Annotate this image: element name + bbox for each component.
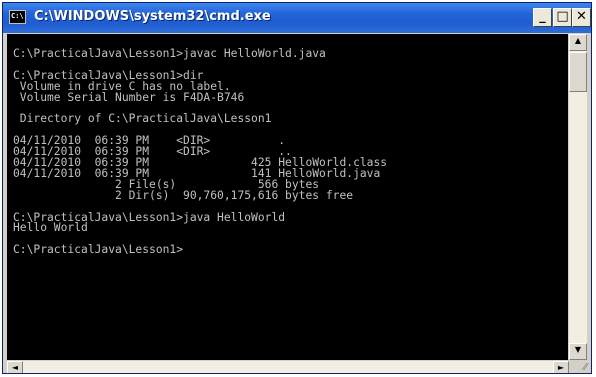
console-output-area[interactable]: C:\PracticalJava\Lesson1>javac HelloWorl… (7, 34, 568, 360)
title-bar[interactable]: C:\ C:\WINDOWS\system32\cmd.exe _ □ ✕ (3, 3, 591, 33)
maximize-button[interactable]: □ (553, 8, 572, 27)
vertical-scrollbar[interactable]: ▲ ▼ (569, 34, 587, 360)
horizontal-scrollbar[interactable]: ◄ ► (7, 361, 569, 373)
cmd-window: C:\ C:\WINDOWS\system32\cmd.exe _ □ ✕ C:… (2, 2, 592, 374)
close-button[interactable]: ✕ (572, 8, 591, 27)
console-line: Directory of C:\PracticalJava\Lesson1 (13, 112, 272, 126)
scroll-up-arrow-icon[interactable]: ▲ (569, 34, 587, 51)
console-line: Volume Serial Number is F4DA-B746 (13, 90, 245, 104)
scroll-right-arrow-icon[interactable]: ► (553, 361, 569, 373)
console-line: C:\PracticalJava\Lesson1>javac HelloWorl… (13, 46, 326, 60)
vertical-scroll-thumb[interactable] (569, 52, 587, 92)
console-text: C:\PracticalJava\Lesson1>javac HelloWorl… (13, 38, 387, 256)
console-line: Hello World (13, 221, 88, 235)
scroll-left-arrow-icon[interactable]: ◄ (7, 361, 23, 373)
console-app-icon[interactable]: C:\ (9, 10, 26, 24)
console-app-icon-label: C:\ (11, 12, 24, 20)
console-line: C:\PracticalJava\Lesson1> (13, 243, 184, 257)
resize-grip-icon[interactable]: ⁄⁄ (571, 361, 587, 373)
minimize-button[interactable]: _ (533, 8, 552, 27)
window-title: C:\WINDOWS\system32\cmd.exe (34, 9, 271, 24)
console-line: 2 Dir(s) 90,760,175,616 bytes free (13, 188, 354, 202)
scroll-down-arrow-icon[interactable]: ▼ (569, 343, 587, 360)
